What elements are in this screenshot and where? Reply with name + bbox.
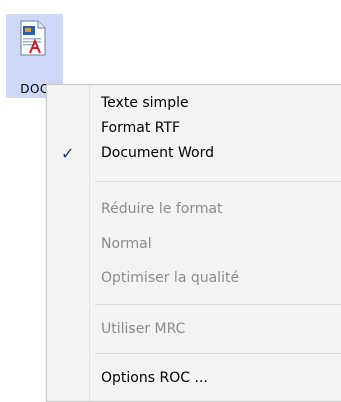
menu-separator [95, 304, 341, 305]
menu-item-document-word[interactable]: ✓ Document Word [47, 141, 341, 167]
context-menu: Texte simple Format RTF ✓ Document Word … [46, 84, 341, 402]
menu-item-optimiser-la-qualite[interactable]: Optimiser la qualité [47, 266, 341, 292]
menu-item-format-rtf[interactable]: Format RTF [47, 116, 341, 142]
menu-item-label: Options ROC ... [101, 370, 208, 386]
menu-item-label: Utiliser MRC [101, 321, 186, 337]
menu-separator [95, 353, 341, 354]
menu-item-label: Texte simple [101, 95, 189, 111]
menu-item-label: Réduire le format [101, 201, 223, 217]
menu-item-utiliser-mrc[interactable]: Utiliser MRC [47, 317, 341, 343]
menu-item-label: Document Word [101, 145, 214, 161]
menu-item-label: Normal [101, 236, 152, 252]
menu-item-reduire-le-format[interactable]: Réduire le format [47, 197, 341, 223]
menu-item-options-roc[interactable]: Options ROC ... [47, 366, 341, 392]
word-document-icon [20, 20, 46, 56]
menu-item-texte-simple[interactable]: Texte simple [47, 91, 341, 117]
menu-item-label: Format RTF [101, 120, 181, 136]
menu-item-normal[interactable]: Normal [47, 232, 341, 258]
checkmark-icon: ✓ [61, 144, 75, 163]
menu-item-label: Optimiser la qualité [101, 270, 240, 286]
menu-separator [95, 181, 341, 182]
